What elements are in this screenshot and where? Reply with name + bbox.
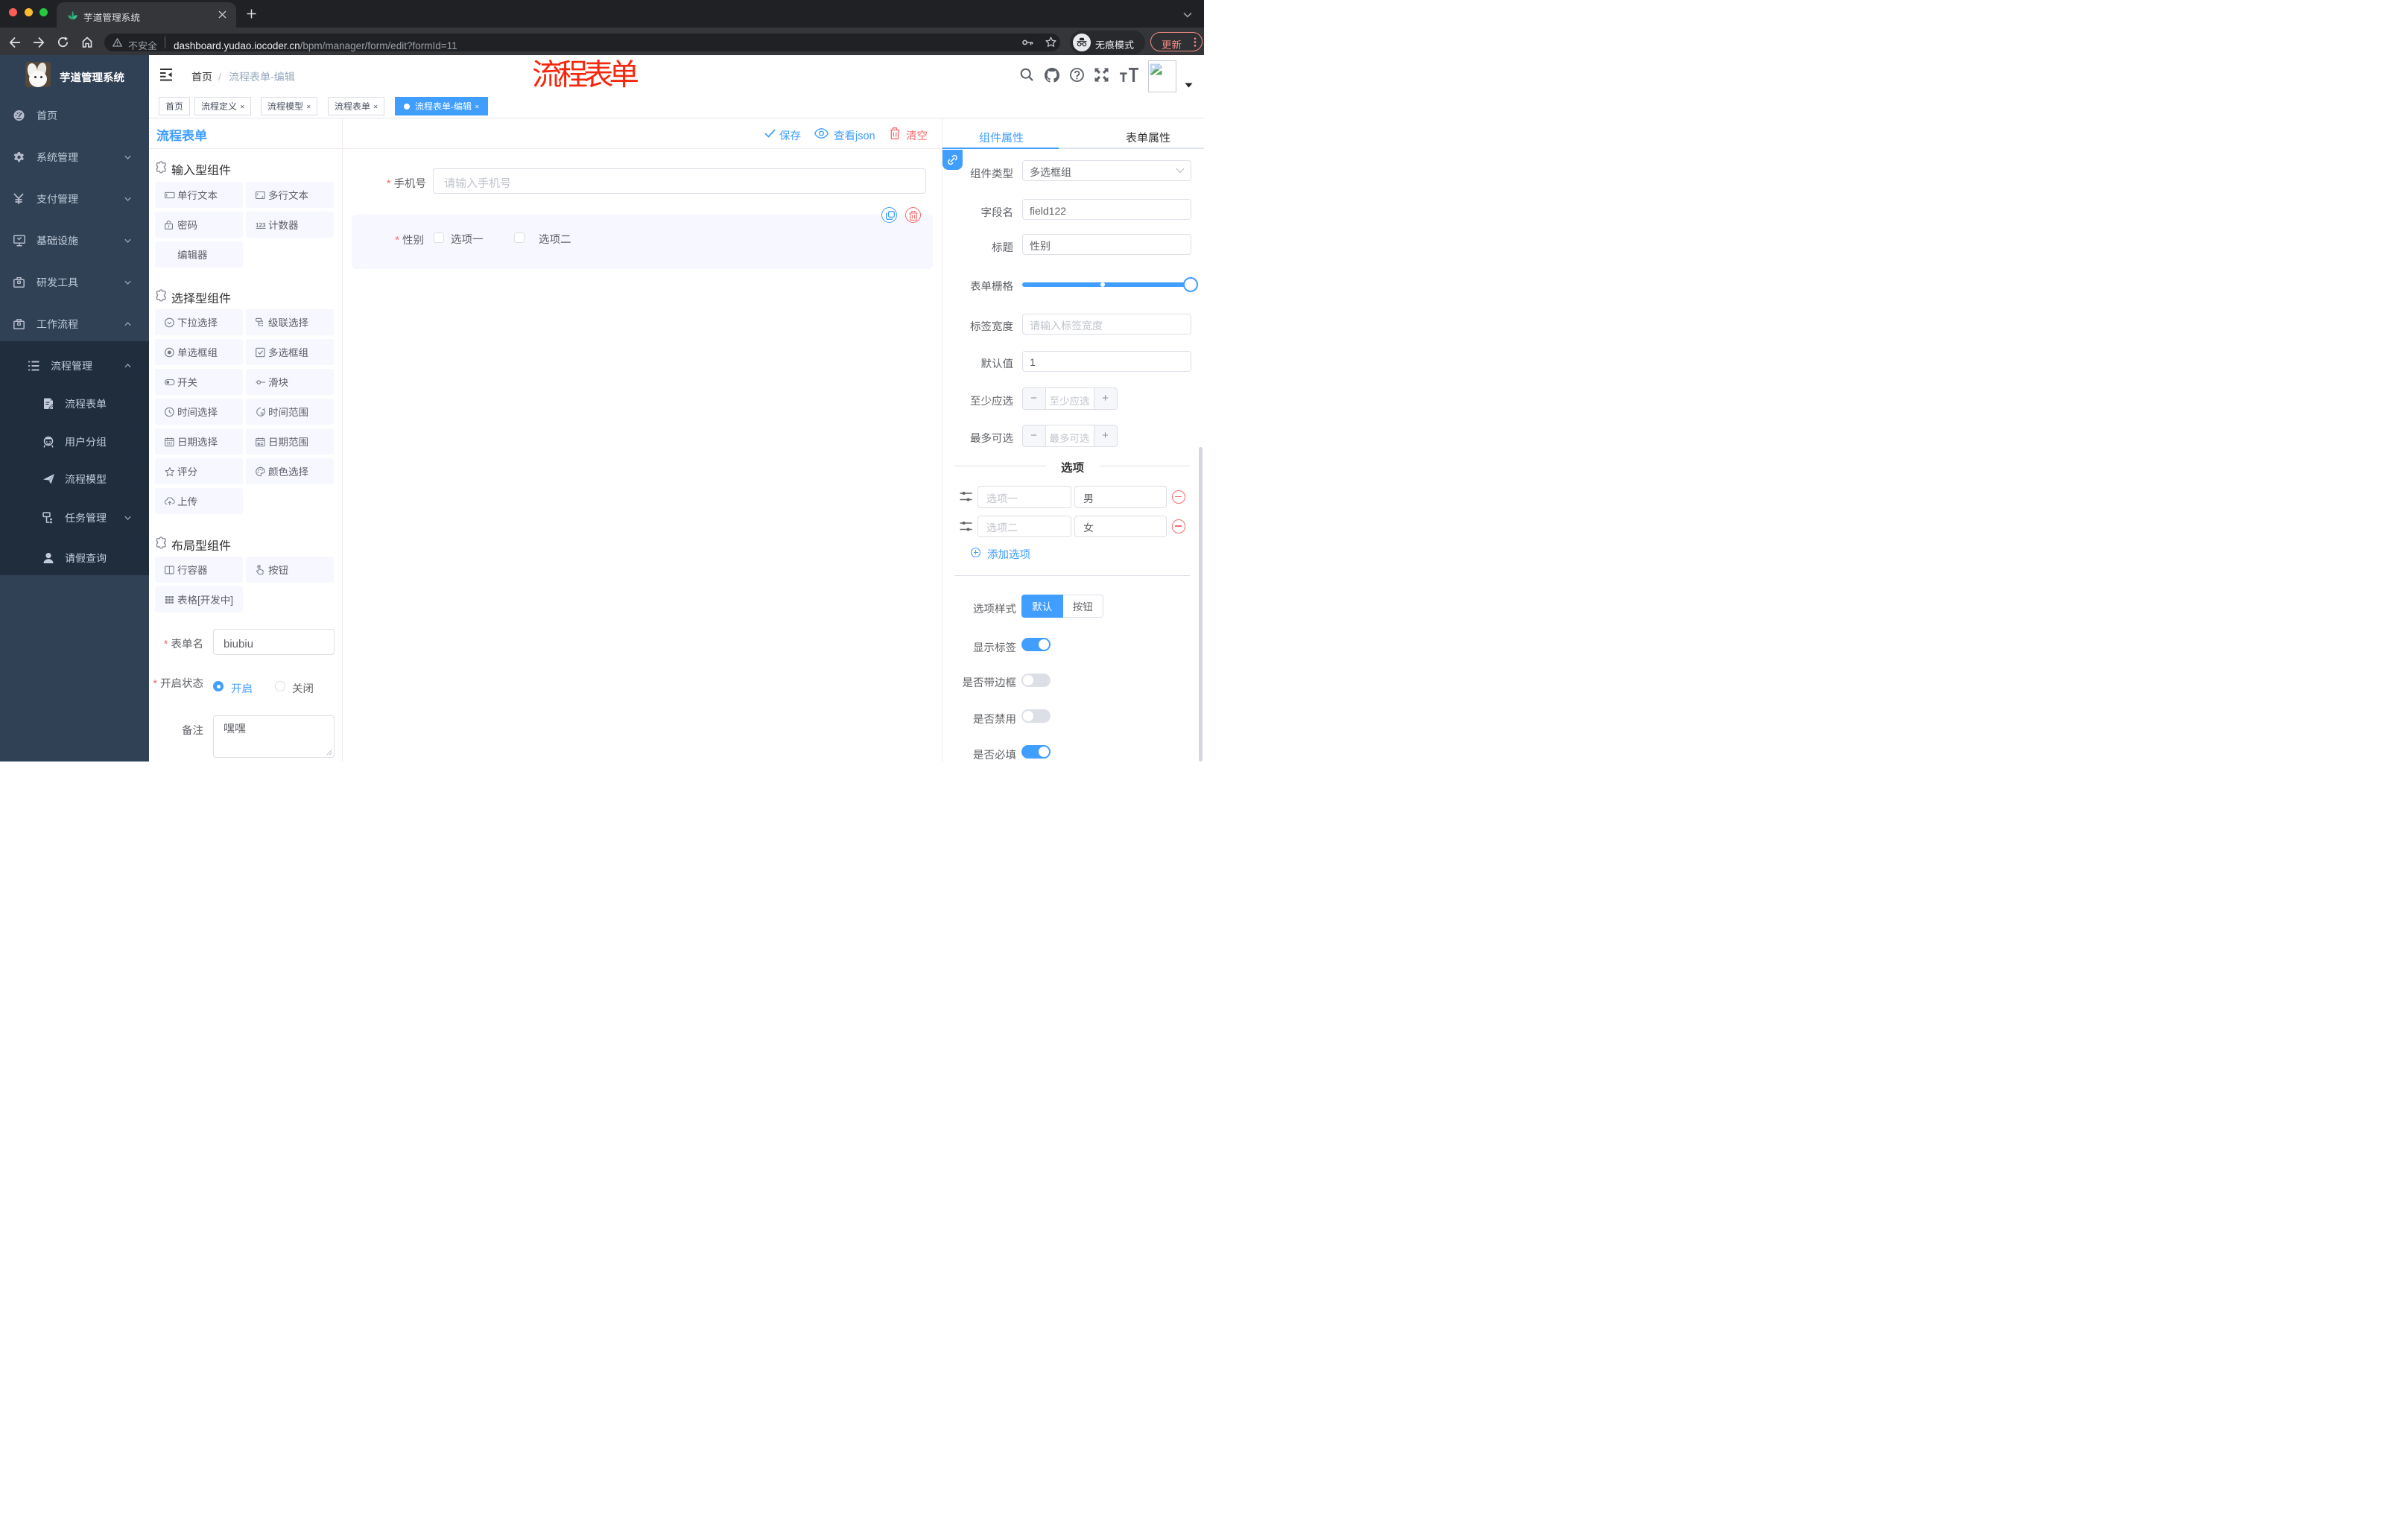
svg-text:123: 123 xyxy=(256,221,266,228)
